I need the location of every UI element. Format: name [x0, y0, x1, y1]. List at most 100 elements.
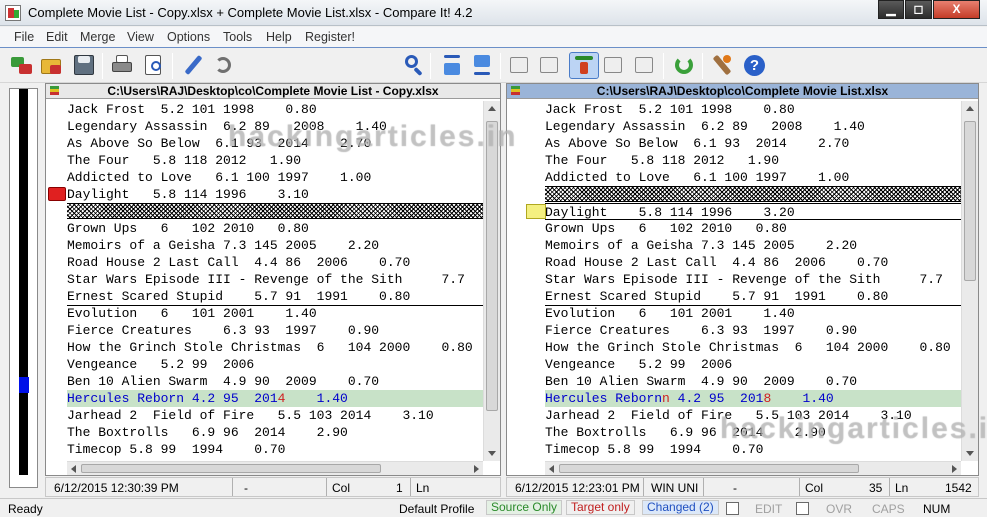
- text-line[interactable]: Evolution 6 101 2001 1.40: [67, 305, 483, 322]
- right-col-label: Col: [805, 481, 824, 495]
- left-text-area[interactable]: Jack Frost 5.2 101 1998 0.80 Legendary A…: [67, 101, 483, 461]
- menu-merge[interactable]: Merge: [80, 30, 115, 44]
- left-pane-status: 6/12/2015 12:30:39 PM - Col 1 Ln: [45, 477, 501, 497]
- text-line[interactable]: Grown Ups 6 102 2010 0.80: [545, 220, 961, 237]
- text-line[interactable]: Addicted to Love 6.1 100 1997 1.00: [67, 169, 483, 186]
- maximize-button[interactable]: ◻: [905, 0, 932, 19]
- scroll-down-icon[interactable]: [488, 451, 496, 456]
- app-icon: [5, 5, 21, 21]
- menu-register[interactable]: Register!: [305, 30, 355, 44]
- difference-marker[interactable]: [48, 187, 66, 201]
- target-only-badge[interactable]: Target only: [566, 500, 635, 515]
- scroll-up-icon[interactable]: [966, 106, 974, 111]
- scroll-down-icon[interactable]: [966, 451, 974, 456]
- scroll-left-icon[interactable]: [71, 465, 76, 473]
- text-line[interactable]: Ernest Scared Stupid 5.7 91 1991 0.80: [67, 288, 483, 305]
- right-horizontal-scrollbar[interactable]: [545, 461, 961, 475]
- settings-icon[interactable]: [710, 53, 734, 77]
- text-line[interactable]: As Above So Below 6.1 93 2014 2.70: [545, 135, 961, 152]
- scroll-up-icon[interactable]: [488, 106, 496, 111]
- toolbar-separator: [500, 53, 501, 79]
- changed-badge[interactable]: Changed (2): [642, 500, 719, 515]
- text-line[interactable]: How the Grinch Stole Christmas 6 104 200…: [67, 339, 483, 356]
- undo-icon[interactable]: [211, 53, 235, 77]
- mapper-difference-marker[interactable]: [19, 377, 29, 393]
- text-line[interactable]: Fierce Creatures 6.3 93 1997 0.90: [67, 322, 483, 339]
- close-button[interactable]: X: [933, 0, 980, 19]
- refresh-icon[interactable]: [672, 53, 696, 77]
- location-mapper[interactable]: [9, 88, 38, 488]
- copy-left-icon[interactable]: [602, 53, 626, 77]
- text-line[interactable]: Ben 10 Alien Swarm 4.9 90 2009 0.70: [67, 373, 483, 390]
- copy-all-left-icon[interactable]: [633, 53, 657, 77]
- edit-checkbox[interactable]: [726, 502, 739, 515]
- copy-right-icon[interactable]: [508, 53, 532, 77]
- save-icon[interactable]: [72, 53, 96, 77]
- minimize-button[interactable]: ▁: [878, 0, 904, 19]
- changed-line[interactable]: Hercules Rebornn 4.2 95 2018 1.40: [545, 390, 961, 407]
- menu-file[interactable]: File: [14, 30, 34, 44]
- text-line[interactable]: The Four 5.8 118 2012 1.90: [67, 152, 483, 169]
- menu-view[interactable]: View: [127, 30, 154, 44]
- right-vertical-scrollbar[interactable]: [961, 101, 978, 461]
- text-line[interactable]: Legendary Assassin 6.2 89 2008 1.40: [545, 118, 961, 135]
- text-line[interactable]: Ben 10 Alien Swarm 4.9 90 2009 0.70: [545, 373, 961, 390]
- text-line[interactable]: Grown Ups 6 102 2010 0.80: [67, 220, 483, 237]
- scroll-left-icon[interactable]: [549, 465, 554, 473]
- text-line[interactable]: Star Wars Episode III - Revenge of the S…: [67, 271, 483, 288]
- menu-options[interactable]: Options: [167, 30, 210, 44]
- left-ln-label: Ln: [416, 481, 430, 495]
- right-text-area[interactable]: Jack Frost 5.2 101 1998 0.80 Legendary A…: [545, 101, 961, 461]
- text-line[interactable]: Daylight 5.8 114 1996 3.20: [545, 203, 961, 220]
- text-line[interactable]: The Boxtrolls 6.9 96 2014 2.90: [67, 424, 483, 441]
- print-preview-icon[interactable]: [142, 53, 166, 77]
- text-line[interactable]: Star Wars Episode III - Revenge of the S…: [545, 271, 961, 288]
- scroll-thumb[interactable]: [81, 464, 381, 473]
- text-line[interactable]: Fierce Creatures 6.3 93 1997 0.90: [545, 322, 961, 339]
- text-line[interactable]: Vengeance 5.2 99 2006: [67, 356, 483, 373]
- text-line[interactable]: Timecop 5.8 99 1994 0.70: [67, 441, 483, 458]
- text-line[interactable]: How the Grinch Stole Christmas 6 104 200…: [545, 339, 961, 356]
- text-line[interactable]: The Four 5.8 118 2012 1.90: [545, 152, 961, 169]
- edit-icon[interactable]: [181, 53, 205, 77]
- help-icon[interactable]: ?: [742, 53, 766, 77]
- text-line[interactable]: Road House 2 Last Call 4.4 86 2006 0.70: [545, 254, 961, 271]
- text-line[interactable]: Road House 2 Last Call 4.4 86 2006 0.70: [67, 254, 483, 271]
- difference-marker[interactable]: [526, 204, 546, 219]
- menu-tools[interactable]: Tools: [223, 30, 252, 44]
- text-line[interactable]: Jarhead 2 Field of Fire 5.5 103 2014 3.1…: [67, 407, 483, 424]
- text-line[interactable]: Ernest Scared Stupid 5.7 91 1991 0.80: [545, 288, 961, 305]
- text-line[interactable]: Addicted to Love 6.1 100 1997 1.00: [545, 169, 961, 186]
- text-line[interactable]: Memoirs of a Geisha 7.3 145 2005 2.20: [67, 237, 483, 254]
- status-separator: [326, 478, 327, 496]
- next-difference-icon[interactable]: [569, 52, 599, 79]
- left-vertical-scrollbar[interactable]: [483, 101, 500, 461]
- print-icon[interactable]: [110, 53, 134, 77]
- toolbar-separator: [102, 53, 103, 79]
- first-difference-icon[interactable]: [440, 53, 464, 77]
- scroll-thumb[interactable]: [964, 121, 976, 281]
- scroll-right-icon[interactable]: [474, 465, 479, 473]
- menu-help[interactable]: Help: [266, 30, 292, 44]
- menu-edit[interactable]: Edit: [46, 30, 68, 44]
- source-only-badge[interactable]: Source Only: [486, 500, 563, 515]
- changed-line[interactable]: Hercules Reborn 4.2 95 2014 1.40: [67, 390, 483, 407]
- open-folder-icon[interactable]: [40, 53, 64, 77]
- scroll-thumb[interactable]: [559, 464, 859, 473]
- text-line[interactable]: Evolution 6 101 2001 1.40: [545, 305, 961, 322]
- last-difference-icon[interactable]: [470, 53, 494, 77]
- left-horizontal-scrollbar[interactable]: [67, 461, 483, 475]
- status-separator: [410, 478, 411, 496]
- search-icon[interactable]: [402, 53, 426, 77]
- text-line[interactable]: Vengeance 5.2 99 2006: [545, 356, 961, 373]
- copy-all-right-icon[interactable]: [538, 53, 562, 77]
- scroll-right-icon[interactable]: [952, 465, 957, 473]
- open-files-icon[interactable]: [10, 53, 34, 77]
- ovr-checkbox[interactable]: [796, 502, 809, 515]
- scroll-thumb[interactable]: [486, 121, 498, 411]
- text-line[interactable]: Jack Frost 5.2 101 1998 0.80: [545, 101, 961, 118]
- text-line[interactable]: Jack Frost 5.2 101 1998 0.80: [67, 101, 483, 118]
- text-line[interactable]: Daylight 5.8 114 1996 3.10: [67, 186, 483, 203]
- text-line[interactable]: Memoirs of a Geisha 7.3 145 2005 2.20: [545, 237, 961, 254]
- left-file-path: C:\Users\RAJ\Desktop\co\Complete Movie L…: [107, 84, 439, 98]
